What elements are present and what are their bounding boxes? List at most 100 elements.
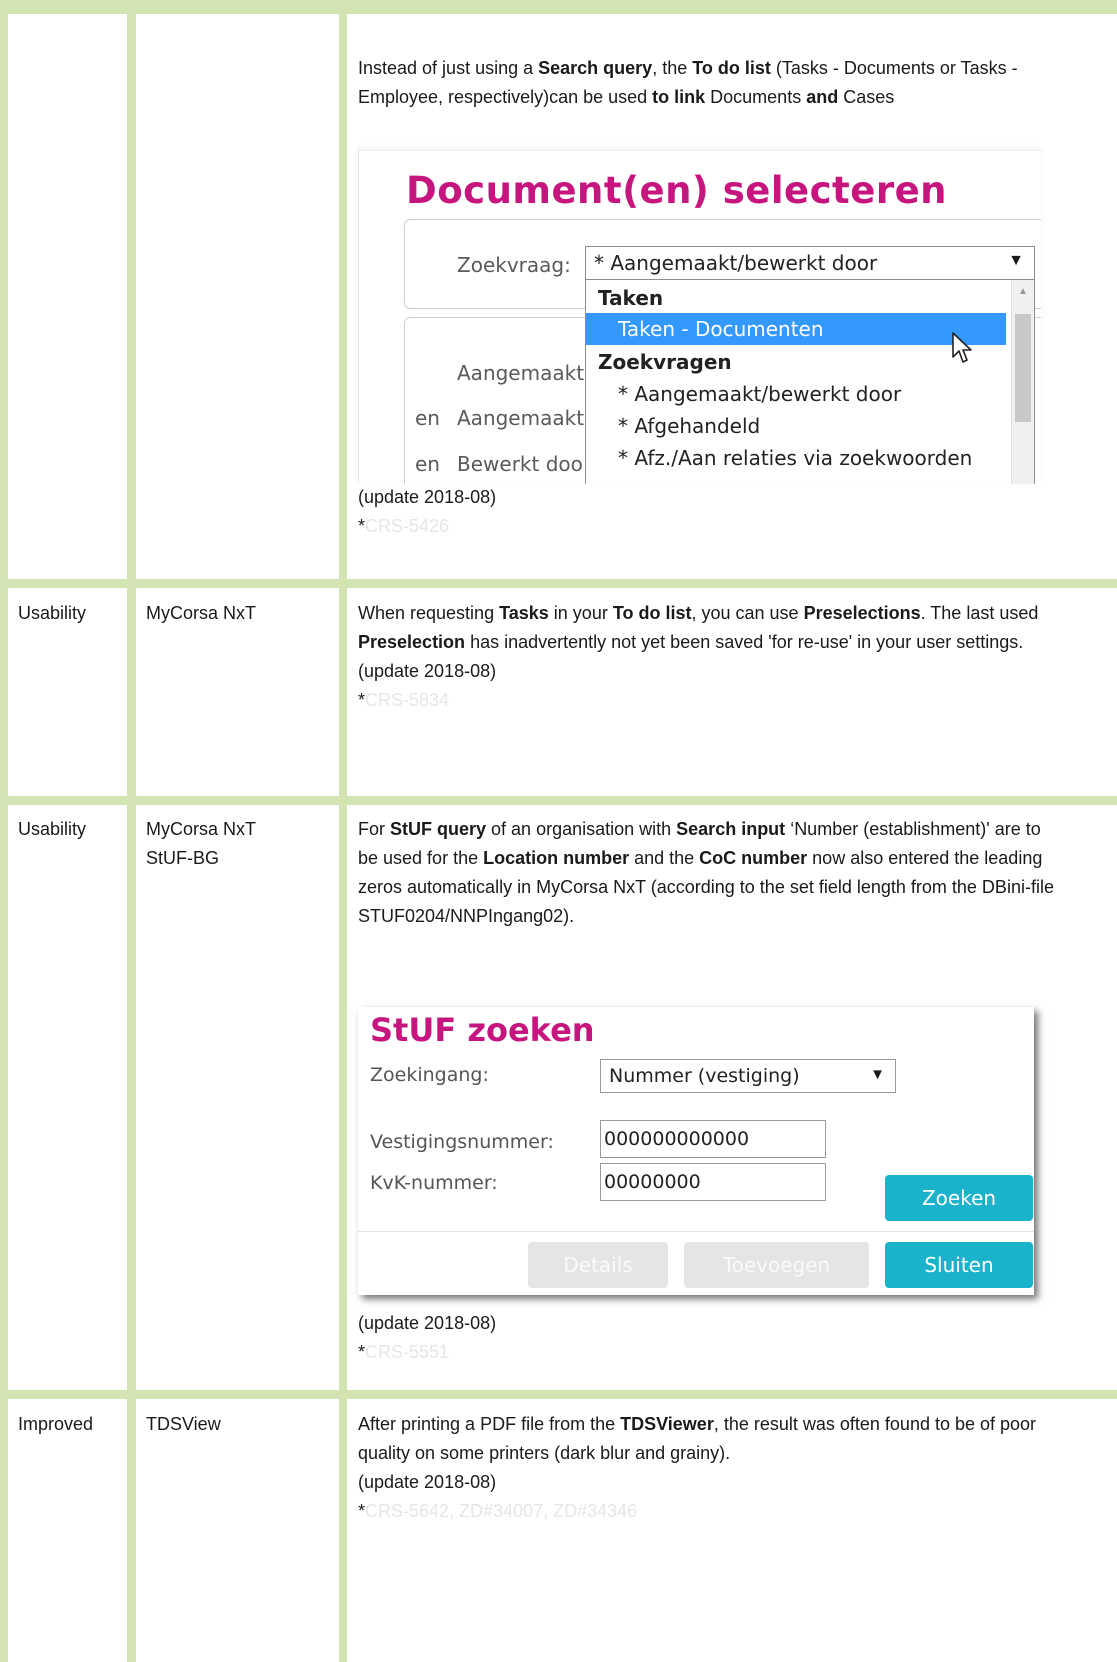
text-run: When requesting	[358, 603, 500, 623]
table-column-divider-1	[127, 0, 136, 1662]
table-row-divider-3	[0, 1390, 1117, 1399]
emphasis-text: Search query	[538, 58, 653, 78]
row2-ref-star: *	[358, 1342, 366, 1362]
criteria-row-prefix: en	[415, 452, 440, 476]
vestigingsnummer-label: Vestigingsnummer:	[370, 1131, 554, 1153]
row1-type: Usability	[18, 603, 87, 623]
emphasis-text: Preselection	[358, 632, 466, 652]
query-select[interactable]: * Aangemaakt/bewerkt door ▼	[585, 246, 1035, 280]
row0-reference: *CRS-5426	[358, 512, 1058, 541]
query-dropdown-list[interactable]: Taken Taken - Documenten Zoekvragen * Aa…	[585, 279, 1035, 484]
row1-description: When requesting Tasks in your To do list…	[358, 599, 1058, 715]
row2-type: Usability	[18, 819, 87, 839]
emphasis-text: and	[806, 87, 839, 107]
details-button[interactable]: Details	[528, 1242, 668, 1288]
dropdown-scrollbar[interactable]: ▲	[1011, 280, 1034, 484]
dropdown-option[interactable]: * Afz./Aan relaties via zoekwoorden	[618, 442, 1034, 474]
emphasis-text: Location number	[483, 848, 630, 868]
document-select-title: Document(en) selecteren	[406, 169, 948, 212]
table-border-top	[0, 0, 1117, 14]
dropdown-option-selected[interactable]: Taken - Documenten	[586, 313, 1006, 345]
table-row-divider-2	[0, 796, 1117, 805]
mouse-pointer-icon	[952, 332, 972, 363]
row3-description: After printing a PDF file from the TDSVi…	[358, 1410, 1058, 1526]
row2-product-line: MyCorsa NxT	[146, 819, 257, 839]
row2-footer: (update 2018-08) *CRS-5551	[358, 1309, 1058, 1367]
text-run: in your	[548, 603, 613, 623]
dropdown-arrow-icon: ▼	[1008, 252, 1024, 269]
criteria-row-label: Aangemaakt	[457, 406, 585, 430]
text-run: Instead of just using a	[358, 58, 539, 78]
query-label: Zoekvraag:	[457, 253, 571, 277]
row2-desc-text: For StUF query of an organisation with S…	[358, 815, 1058, 931]
emphasis-text: Preselections	[803, 603, 921, 623]
emphasis-text: CoC number	[699, 848, 808, 868]
scroll-up-icon[interactable]: ▲	[1018, 286, 1028, 297]
row3-ref-star: *	[358, 1501, 366, 1521]
row0-ref-link[interactable]: CRS-5426	[365, 516, 449, 536]
emphasis-text: To do list	[692, 58, 771, 78]
text-run: Documents	[705, 87, 807, 107]
row3-product: TDSView	[146, 1414, 221, 1434]
row3-desc-text: After printing a PDF file from the TDSVi…	[358, 1410, 1058, 1468]
dropdown-option[interactable]: * Afgehandeld	[618, 410, 1034, 442]
zoekingang-label: Zoekingang:	[370, 1064, 489, 1086]
query-select-value: * Aangemaakt/bewerkt door	[594, 251, 878, 275]
row0-desc-text: Instead of just using a Search query, th…	[358, 54, 1058, 112]
dropdown-group-taken: Taken	[598, 286, 664, 310]
row3-type: Improved	[18, 1414, 94, 1434]
table-column-divider-2	[339, 0, 347, 1662]
row3-ref-link[interactable]: CRS-5642, ZD#34007, ZD#34346	[365, 1501, 637, 1521]
row0-ref-star: *	[358, 516, 366, 536]
row0-description: Instead of just using a Search query, th…	[358, 54, 1058, 112]
kvk-nummer-input[interactable]: 00000000	[600, 1163, 826, 1201]
dropdown-arrow-icon: ▼	[870, 1066, 885, 1083]
dropdown-option[interactable]: * Aangemaakt/bewerkt door	[618, 378, 1034, 410]
text-run: Cases	[838, 87, 895, 107]
row3-update: (update 2018-08)	[358, 1472, 497, 1492]
row1-update: (update 2018-08)	[358, 661, 497, 681]
text-run: , the	[652, 58, 693, 78]
kvk-nummer-label: KvK-nummer:	[370, 1172, 498, 1194]
row2-product-line: StUF-BG	[146, 848, 220, 868]
row1-ref-star: *	[358, 690, 366, 710]
row2-reference: *CRS-5551	[358, 1338, 1058, 1367]
table-row-divider-1	[0, 579, 1117, 588]
text-run: and the	[629, 848, 700, 868]
criteria-row-label: Bewerkt doo	[457, 452, 583, 476]
zoekingang-value: Nummer (vestiging)	[609, 1065, 800, 1087]
kvk-nummer-value: 00000000	[604, 1171, 701, 1193]
zoeken-button[interactable]: Zoeken	[885, 1175, 1033, 1221]
emphasis-text: TDSViewer	[620, 1414, 714, 1434]
emphasis-text: Tasks	[499, 603, 549, 623]
row2-ref-link[interactable]: CRS-5551	[365, 1342, 449, 1362]
criteria-row-label: Aangemaakt	[457, 361, 585, 385]
document-select-screenshot: Document(en) selecteren Zoekvraag: Aange…	[358, 150, 1041, 484]
text-run: . The last used	[920, 603, 1039, 623]
emphasis-text: to link	[652, 87, 706, 107]
text-run: For	[358, 819, 391, 839]
emphasis-text: Search input	[676, 819, 786, 839]
row1-ref-link[interactable]: CRS-5834	[365, 690, 449, 710]
stuf-search-title: StUF zoeken	[370, 1011, 595, 1049]
emphasis-text: StUF query	[390, 819, 487, 839]
table-border-left	[0, 0, 8, 1662]
text-run: of an organisation with	[486, 819, 677, 839]
vestigingsnummer-input[interactable]: 000000000000	[600, 1120, 826, 1158]
row1-desc-text: When requesting Tasks in your To do list…	[358, 599, 1058, 657]
toevoegen-button[interactable]: Toevoegen	[684, 1242, 869, 1288]
row2-update: (update 2018-08)	[358, 1313, 497, 1333]
row1-product: MyCorsa NxT	[146, 603, 257, 623]
row2-description: For StUF query of an organisation with S…	[358, 815, 1058, 931]
zoekingang-select[interactable]: Nummer (vestiging) ▼	[600, 1059, 896, 1093]
criteria-row-prefix: en	[415, 406, 440, 430]
dialog-separator	[358, 1231, 1034, 1232]
row2-product: MyCorsa NxT StUF-BG	[146, 815, 256, 873]
text-run: has inadvertently not yet been saved 'fo…	[465, 632, 1024, 652]
vestigingsnummer-value: 000000000000	[604, 1128, 750, 1150]
emphasis-text: To do list	[612, 603, 692, 623]
row0-update: (update 2018-08)	[358, 487, 497, 507]
scrollbar-thumb[interactable]	[1015, 314, 1031, 422]
row3-reference: *CRS-5642, ZD#34007, ZD#34346	[358, 1497, 1058, 1526]
sluiten-button[interactable]: Sluiten	[885, 1242, 1033, 1288]
